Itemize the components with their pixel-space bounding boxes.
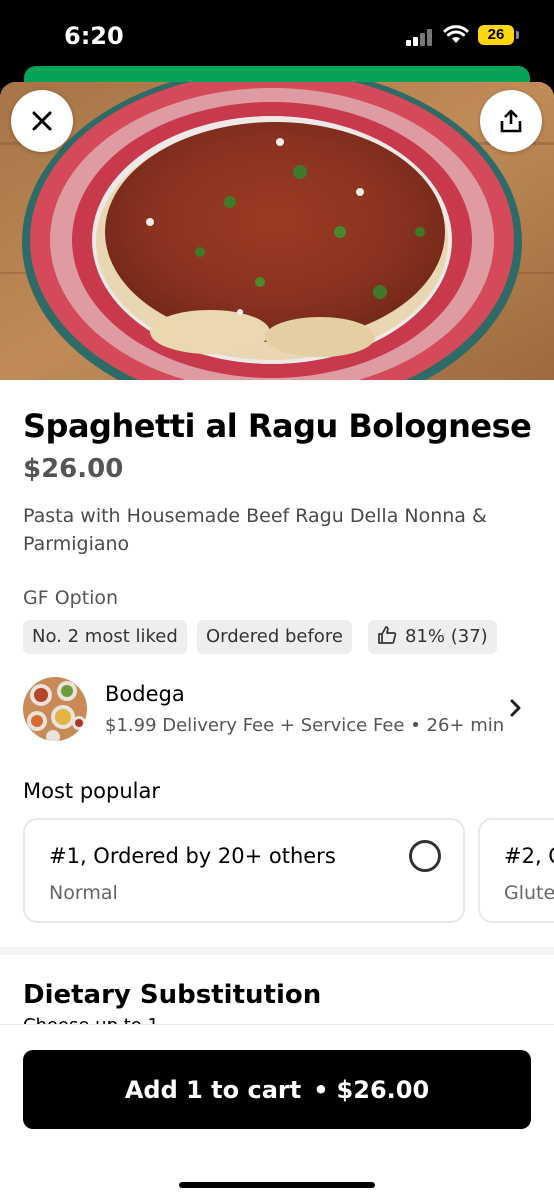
cart-button-price: $26.00 xyxy=(336,1075,430,1104)
battery-icon: 26 xyxy=(478,25,514,45)
share-icon xyxy=(500,109,522,133)
popular-option-2[interactable]: #2, O Glute xyxy=(478,818,554,923)
dietary-substitution-heading: Dietary Substitution xyxy=(23,980,322,1010)
item-detail-sheet: Spaghetti al Ragu Bolognese $26.00 Pasta… xyxy=(0,82,554,1200)
battery-tip xyxy=(516,31,519,39)
item-photo xyxy=(0,82,554,380)
cart-button-separator: • xyxy=(313,1075,329,1104)
status-time: 6:20 xyxy=(64,22,124,50)
option-title: #2, O xyxy=(504,844,554,868)
option-subtitle: Normal xyxy=(49,882,118,904)
close-icon xyxy=(32,111,52,131)
badge-ordered-before: Ordered before xyxy=(197,620,352,654)
badge-rating: 81% (37) xyxy=(368,620,497,654)
wifi-icon xyxy=(443,25,469,43)
option-subtitle: Glute xyxy=(504,882,554,904)
radio-button[interactable] xyxy=(409,840,441,872)
close-button[interactable] xyxy=(11,90,73,152)
store-name[interactable]: Bodega xyxy=(105,682,185,706)
cellular-signal-icon xyxy=(406,28,434,46)
share-button[interactable] xyxy=(480,90,542,152)
option-title: #1, Ordered by 20+ others xyxy=(49,844,336,868)
store-delivery-info: $1.99 Delivery Fee + Service Fee • 26+ m… xyxy=(105,715,505,736)
thumbs-up-icon xyxy=(378,626,397,644)
most-popular-heading: Most popular xyxy=(23,779,160,803)
badge-label: No. 2 most liked xyxy=(32,626,178,647)
status-bar: 6:20 26 xyxy=(0,0,554,70)
cart-footer: Add 1 to cart • $26.00 xyxy=(0,1024,554,1200)
item-title: Spaghetti al Ragu Bolognese xyxy=(23,407,532,445)
badge-label: Ordered before xyxy=(206,626,343,647)
add-to-cart-button[interactable]: Add 1 to cart • $26.00 xyxy=(23,1050,531,1129)
home-indicator xyxy=(179,1182,375,1188)
item-description: Pasta with Housemade Beef Ragu Della Non… xyxy=(23,505,487,555)
store-avatar xyxy=(23,677,87,741)
badge-most-liked: No. 2 most liked xyxy=(23,620,187,654)
popular-option-1[interactable]: #1, Ordered by 20+ others Normal xyxy=(23,818,465,923)
section-divider xyxy=(0,947,554,955)
badge-label: 81% (37) xyxy=(405,626,488,647)
dietary-note: GF Option xyxy=(23,587,119,609)
chevron-right-icon[interactable] xyxy=(506,696,526,720)
item-price: $26.00 xyxy=(23,454,124,484)
cart-button-label: Add 1 to cart xyxy=(124,1075,302,1104)
